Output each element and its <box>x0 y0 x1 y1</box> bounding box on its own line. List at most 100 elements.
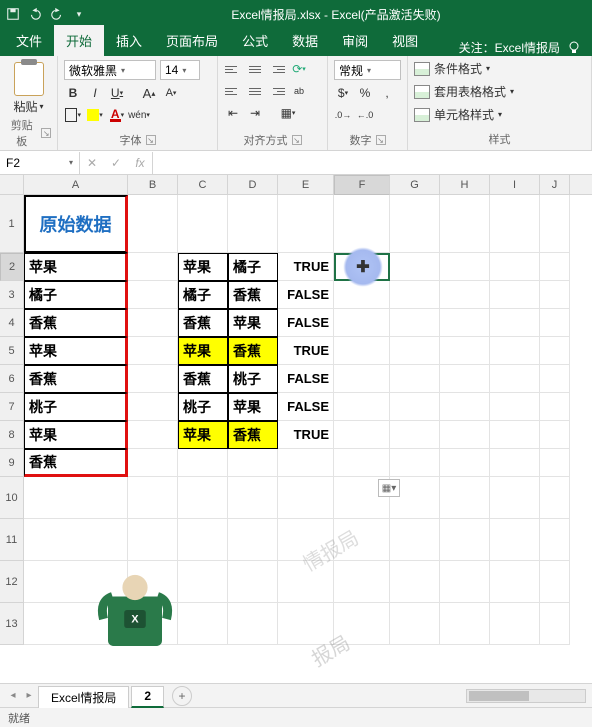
cell[interactable] <box>334 393 390 421</box>
cell[interactable] <box>440 393 490 421</box>
formula-input[interactable] <box>153 152 592 174</box>
cell[interactable] <box>24 477 128 519</box>
decrease-indent-button[interactable]: ⇤ <box>224 104 242 122</box>
cell[interactable] <box>540 603 570 645</box>
cell[interactable]: 苹果 <box>24 253 128 281</box>
col-header[interactable]: F <box>334 175 390 195</box>
row-header[interactable]: 3 <box>0 281 24 309</box>
increase-indent-button[interactable]: ⇥ <box>246 104 264 122</box>
cell[interactable] <box>128 195 178 253</box>
cancel-formula-icon[interactable]: ✕ <box>80 152 104 174</box>
cell[interactable] <box>278 561 334 603</box>
align-middle-button[interactable] <box>246 60 264 78</box>
cell[interactable] <box>440 337 490 365</box>
cell[interactable] <box>128 421 178 449</box>
cell[interactable] <box>228 603 278 645</box>
cell[interactable] <box>128 309 178 337</box>
cell[interactable]: 苹果 <box>228 393 278 421</box>
cell[interactable] <box>440 477 490 519</box>
col-header[interactable]: G <box>390 175 440 194</box>
tab-layout[interactable]: 页面布局 <box>154 25 230 56</box>
conditional-format-button[interactable]: 条件格式▾ <box>414 60 585 77</box>
cell[interactable] <box>24 519 128 561</box>
underline-button[interactable]: U▾ <box>108 84 126 102</box>
cell[interactable] <box>390 195 440 253</box>
merge-button[interactable]: ▦▾ <box>268 104 308 122</box>
cell[interactable] <box>278 477 334 519</box>
cell[interactable] <box>178 519 228 561</box>
col-header[interactable]: A <box>24 175 128 194</box>
cell[interactable]: 橘子 <box>228 253 278 281</box>
cell[interactable] <box>390 449 440 477</box>
cell[interactable] <box>128 365 178 393</box>
clipboard-launcher-icon[interactable]: ↘ <box>41 128 51 138</box>
cell[interactable] <box>540 309 570 337</box>
cell[interactable] <box>334 195 390 253</box>
sheet-tab[interactable]: Excel情报局 <box>38 686 129 708</box>
tab-data[interactable]: 数据 <box>280 25 330 56</box>
cell[interactable] <box>490 561 540 603</box>
cell[interactable] <box>490 603 540 645</box>
cell[interactable] <box>334 603 390 645</box>
cell[interactable] <box>440 449 490 477</box>
shrink-font-button[interactable]: A▾ <box>162 84 180 102</box>
cell[interactable] <box>334 337 390 365</box>
cell[interactable]: FALSE <box>278 393 334 421</box>
cell[interactable] <box>540 253 570 281</box>
cell[interactable] <box>540 195 570 253</box>
cell[interactable]: 橘子 <box>24 281 128 309</box>
font-name-select[interactable]: 微软雅黑▾ <box>64 60 156 80</box>
font-size-select[interactable]: 14▾ <box>160 60 200 80</box>
col-header[interactable]: J <box>540 175 570 194</box>
cell[interactable] <box>440 365 490 393</box>
cell[interactable] <box>490 519 540 561</box>
cell[interactable] <box>390 393 440 421</box>
increase-decimal-button[interactable]: .0→ <box>334 106 352 124</box>
tell-me-icon[interactable] <box>566 40 582 56</box>
italic-button[interactable]: I <box>86 84 104 102</box>
cell[interactable] <box>440 281 490 309</box>
save-icon[interactable] <box>6 7 20 21</box>
row-header[interactable]: 11 <box>0 519 24 561</box>
cell[interactable] <box>178 195 228 253</box>
cell[interactable] <box>228 561 278 603</box>
cell[interactable] <box>390 561 440 603</box>
enter-formula-icon[interactable]: ✓ <box>104 152 128 174</box>
cell[interactable] <box>490 393 540 421</box>
cell[interactable] <box>390 337 440 365</box>
decrease-decimal-button[interactable]: ←.0 <box>356 106 374 124</box>
cell[interactable] <box>390 281 440 309</box>
number-launcher-icon[interactable]: ↘ <box>376 135 386 145</box>
col-header[interactable]: E <box>278 175 334 194</box>
col-header[interactable]: B <box>128 175 178 194</box>
cell[interactable] <box>540 281 570 309</box>
cell[interactable] <box>440 309 490 337</box>
cell[interactable] <box>128 281 178 309</box>
sheet-tab[interactable]: 2 <box>131 686 164 708</box>
cell[interactable]: 桃子 <box>228 365 278 393</box>
undo-icon[interactable] <box>28 7 42 21</box>
cell[interactable] <box>440 603 490 645</box>
col-header[interactable]: I <box>490 175 540 194</box>
cell[interactable] <box>334 281 390 309</box>
cell[interactable] <box>540 519 570 561</box>
cell[interactable] <box>490 281 540 309</box>
tab-review[interactable]: 审阅 <box>330 25 380 56</box>
row-header[interactable]: 2 <box>0 253 24 281</box>
border-button[interactable]: ▾ <box>64 106 82 124</box>
cell[interactable] <box>490 421 540 449</box>
cell[interactable]: 香蕉 <box>178 309 228 337</box>
fx-icon[interactable]: fx <box>128 152 152 174</box>
cell[interactable] <box>178 477 228 519</box>
cell[interactable] <box>540 393 570 421</box>
cell[interactable] <box>390 519 440 561</box>
cell[interactable] <box>390 253 440 281</box>
cell[interactable] <box>490 365 540 393</box>
cell[interactable] <box>228 195 278 253</box>
cell[interactable] <box>334 561 390 603</box>
row-header[interactable]: 1 <box>0 195 24 253</box>
cell[interactable] <box>228 477 278 519</box>
cell[interactable]: 香蕉 <box>228 337 278 365</box>
align-bottom-button[interactable] <box>268 60 286 78</box>
cell[interactable] <box>278 519 334 561</box>
